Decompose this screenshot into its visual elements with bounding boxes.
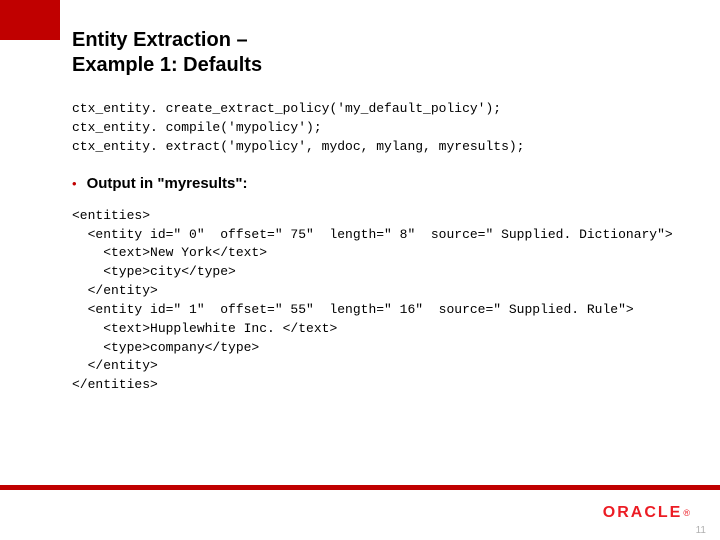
code-line: ctx_entity. extract('mypolicy', mydoc, m… [72, 139, 524, 154]
title-line-1: Entity Extraction – [72, 28, 690, 53]
output-line: </entity> [72, 283, 158, 298]
bullet-item: • Output in "myresults": [72, 175, 690, 193]
oracle-logo: ORACLE® [603, 504, 690, 522]
output-line: <text>New York</text> [72, 245, 267, 260]
accent-square [0, 0, 60, 40]
code-line: ctx_entity. compile('mypolicy'); [72, 120, 322, 135]
page-number: 11 [696, 525, 706, 536]
output-line: <type>city</type> [72, 264, 236, 279]
title-line-2: Example 1: Defaults [72, 53, 690, 78]
content-area: Entity Extraction – Example 1: Defaults … [72, 28, 690, 395]
output-line: <type>company</type> [72, 340, 259, 355]
output-line: </entity> [72, 358, 158, 373]
slide: Entity Extraction – Example 1: Defaults … [0, 0, 720, 540]
output-line: <entities> [72, 208, 150, 223]
output-line: <entity id=" 0" offset=" 75" length=" 8"… [72, 227, 673, 242]
output-line: </entities> [72, 377, 158, 392]
output-line: <text>Hupplewhite Inc. </text> [72, 321, 337, 336]
code-line: ctx_entity. create_extract_policy('my_de… [72, 101, 501, 116]
slide-title: Entity Extraction – Example 1: Defaults [72, 28, 690, 78]
footer-divider [0, 485, 720, 490]
output-block: <entities> <entity id=" 0" offset=" 75" … [72, 207, 690, 395]
registered-icon: ® [683, 508, 690, 518]
code-block: ctx_entity. create_extract_policy('my_de… [72, 100, 690, 157]
logo-text: ORACLE [603, 504, 683, 522]
output-line: <entity id=" 1" offset=" 55" length=" 16… [72, 302, 634, 317]
bullet-icon: • [72, 175, 77, 193]
bullet-text: Output in "myresults": [87, 175, 248, 192]
